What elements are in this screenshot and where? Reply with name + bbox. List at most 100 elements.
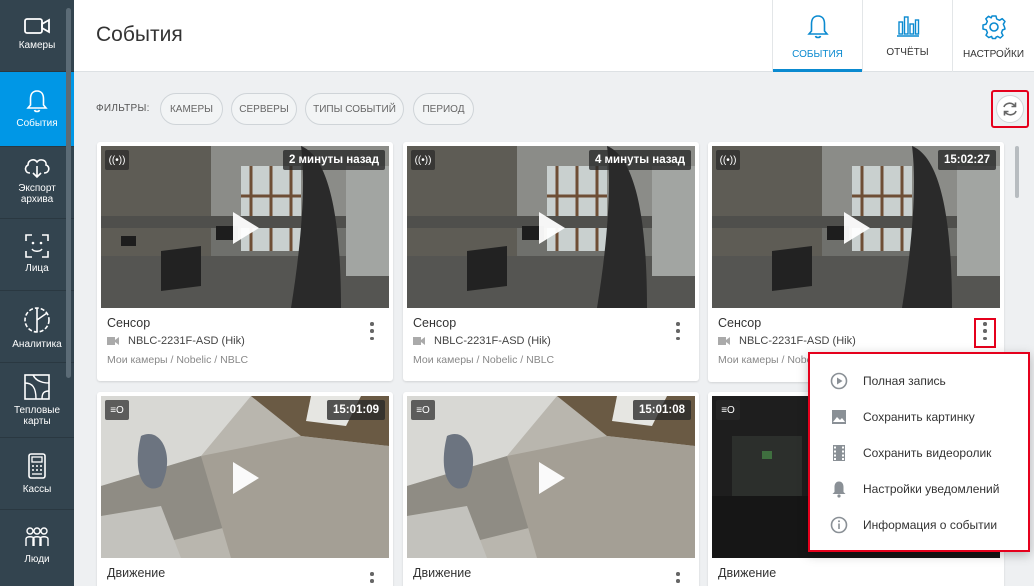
- event-time-badge: 15:01:09: [326, 400, 385, 420]
- event-card[interactable]: ≡O 15:01:08 Движение: [403, 392, 699, 586]
- event-camera-name: NBLC-2231F-ASD (Hik): [434, 335, 551, 347]
- sensor-icon: ((•)): [411, 150, 435, 170]
- header: События СОБЫТИЯ ОТЧЁТЫ НАСТРОЙКИ: [74, 0, 1034, 72]
- menu-item-save-video[interactable]: Сохранить видеоролик: [810, 435, 1028, 471]
- menu-item-label: Настройки уведомлений: [863, 482, 1000, 496]
- sidebar-item-label: Лица: [25, 263, 49, 274]
- event-camera-name: NBLC-2231F-ASD (Hik): [128, 335, 245, 347]
- refresh-button[interactable]: [991, 90, 1029, 128]
- menu-item-event-info[interactable]: Информация о событии: [810, 507, 1028, 543]
- analytics-icon: [24, 307, 50, 333]
- more-options-highlight: [974, 318, 996, 348]
- event-time-badge: 15:02:27: [937, 150, 996, 170]
- tab-label: ОТЧЁТЫ: [886, 47, 929, 58]
- play-icon[interactable]: [233, 212, 259, 244]
- tab-settings[interactable]: НАСТРОЙКИ: [952, 0, 1034, 72]
- gear-icon: [981, 15, 1006, 40]
- event-card[interactable]: ((•)) 4 минуты назад Сенсор NBLC-2231F-A…: [403, 142, 699, 381]
- event-camera[interactable]: NBLC-2231F-ASD (Hik): [718, 335, 856, 347]
- event-title: Сенсор: [107, 316, 151, 330]
- sidebar-scrollbar[interactable]: [66, 8, 71, 378]
- event-title: Движение: [107, 566, 166, 580]
- event-camera-name: NBLC-2231F-ASD (Hik): [739, 335, 856, 347]
- event-thumbnail[interactable]: ≡O 15:01:09: [101, 396, 389, 558]
- cloud-download-icon: [24, 159, 50, 179]
- sidebar-item-label: Тепловые карты: [13, 405, 61, 427]
- event-card[interactable]: ((•)) 2 минуты назад Сенсор NBLC-2231F-A…: [97, 142, 393, 381]
- tab-label: СОБЫТИЯ: [792, 49, 843, 60]
- refresh-icon: [1003, 102, 1017, 116]
- play-icon[interactable]: [844, 212, 870, 244]
- camera-icon: [24, 18, 50, 34]
- videocam-icon: [413, 337, 425, 345]
- tab-events[interactable]: СОБЫТИЯ: [772, 0, 862, 72]
- heatmap-icon: [24, 374, 50, 400]
- event-time-badge: 2 минуты назад: [282, 150, 385, 170]
- sidebar-item-export[interactable]: Экспорт архива: [0, 147, 74, 219]
- play-icon[interactable]: [233, 462, 259, 494]
- event-camera[interactable]: NBLC-2231F-ASD (Hik): [107, 335, 245, 347]
- more-options-icon[interactable]: [369, 572, 375, 586]
- sidebar-item-label: Аналитика: [12, 339, 62, 350]
- event-context-menu: Полная запись Сохранить картинку Сохрани…: [808, 352, 1030, 552]
- event-thumbnail[interactable]: ≡O 15:01:08: [407, 396, 695, 558]
- bell-icon: [806, 15, 829, 39]
- sidebar-item-label: Камеры: [18, 40, 56, 51]
- event-time-badge: 15:01:08: [632, 400, 691, 420]
- sidebar-item-cash[interactable]: Кассы: [0, 438, 74, 510]
- play-icon[interactable]: [539, 462, 565, 494]
- main-scrollbar[interactable]: [1015, 146, 1019, 198]
- sidebar: Камеры События Экспорт архива Лица Анали…: [0, 0, 74, 586]
- cash-register-icon: [28, 453, 46, 479]
- event-card[interactable]: ≡O 15:01:09 Движение: [97, 392, 393, 586]
- event-thumbnail[interactable]: ((•)) 15:02:27: [712, 146, 1000, 308]
- face-scan-icon: [25, 234, 49, 258]
- sidebar-item-label: События: [16, 118, 58, 129]
- play-circle-icon: [830, 372, 848, 390]
- sensor-icon: ((•)): [105, 150, 129, 170]
- bell-icon: [26, 90, 48, 113]
- event-title: Движение: [718, 566, 777, 580]
- event-thumbnail[interactable]: ((•)) 2 минуты назад: [101, 146, 389, 308]
- people-icon: [25, 527, 49, 546]
- filter-event-types-chip[interactable]: ТИПЫ СОБЫТИЙ: [305, 93, 404, 125]
- menu-item-full-record[interactable]: Полная запись: [810, 363, 1028, 399]
- sidebar-item-cameras[interactable]: Камеры: [0, 0, 74, 72]
- event-time-badge: 4 минуты назад: [588, 150, 691, 170]
- menu-item-notification-settings[interactable]: Настройки уведомлений: [810, 471, 1028, 507]
- page-title: События: [96, 23, 183, 46]
- filters-label: ФИЛЬТРЫ:: [96, 103, 150, 114]
- sidebar-item-analytics[interactable]: Аналитика: [0, 291, 74, 363]
- sidebar-item-events[interactable]: События: [0, 72, 74, 147]
- tab-reports[interactable]: ОТЧЁТЫ: [862, 0, 952, 72]
- menu-item-save-image[interactable]: Сохранить картинку: [810, 399, 1028, 435]
- sidebar-item-faces[interactable]: Лица: [0, 219, 74, 291]
- more-options-icon[interactable]: [675, 322, 681, 340]
- play-icon[interactable]: [539, 212, 565, 244]
- sidebar-item-label: Люди: [24, 554, 50, 565]
- more-options-icon[interactable]: [675, 572, 681, 586]
- event-path: Мои камеры / Nobelic / NBLC: [107, 354, 249, 366]
- event-thumbnail[interactable]: ((•)) 4 минуты назад: [407, 146, 695, 308]
- menu-item-label: Сохранить картинку: [863, 410, 975, 424]
- sensor-icon: ((•)): [716, 150, 740, 170]
- videocam-icon: [718, 337, 730, 345]
- sidebar-item-label: Кассы: [22, 484, 52, 495]
- videocam-icon: [107, 337, 119, 345]
- motion-icon: ≡O: [411, 400, 435, 420]
- image-icon: [832, 410, 846, 424]
- more-options-icon[interactable]: [369, 322, 375, 340]
- bell-icon: [832, 481, 846, 498]
- event-title: Движение: [413, 566, 472, 580]
- filter-cameras-chip[interactable]: КАМЕРЫ: [160, 93, 223, 125]
- menu-item-label: Сохранить видеоролик: [863, 446, 992, 460]
- info-icon: [830, 516, 848, 534]
- event-camera[interactable]: NBLC-2231F-ASD (Hik): [413, 335, 551, 347]
- event-card[interactable]: ((•)) 15:02:27 Сенсор NBLC-2231F-ASD (Hi…: [708, 142, 1004, 382]
- motion-icon: ≡O: [716, 400, 740, 420]
- sidebar-item-people[interactable]: Люди: [0, 510, 74, 586]
- menu-item-label: Полная запись: [863, 374, 946, 388]
- sidebar-item-heatmaps[interactable]: Тепловые карты: [0, 363, 74, 438]
- filter-period-chip[interactable]: ПЕРИОД: [413, 93, 474, 125]
- filter-servers-chip[interactable]: СЕРВЕРЫ: [231, 93, 297, 125]
